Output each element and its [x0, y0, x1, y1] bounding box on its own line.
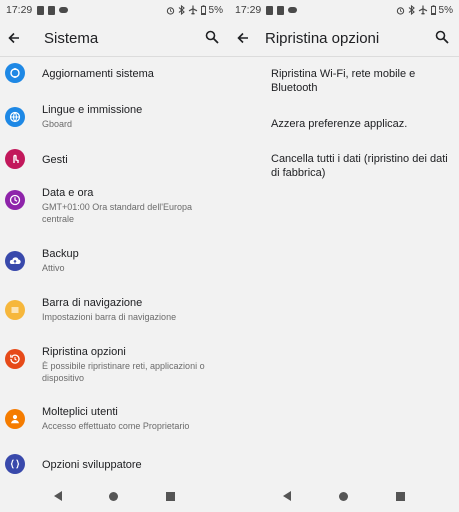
settings-item[interactable]: Barra di navigazione Impostazioni barra d… [0, 296, 229, 340]
settings-item-text: Barra di navigazione Impostazioni barra d… [42, 296, 226, 323]
app-bar: Sistema [0, 20, 229, 56]
status-time: 17:29 [6, 4, 33, 16]
settings-item-title: Aggiornamenti sistema [42, 68, 154, 80]
settings-item-title: Backup [42, 248, 79, 260]
settings-item-subtitle: Impostazioni barra di navigazione [42, 312, 177, 322]
settings-item-text: Data e ora GMT+01:00 Ora standard dell'Eu… [42, 186, 226, 225]
settings-item-title: Opzioni sviluppatore [42, 459, 142, 471]
restore-icon [5, 349, 25, 369]
settings-item[interactable]: Lingue e immissione Gboard [0, 103, 229, 147]
alarm-icon [396, 6, 404, 15]
status-bar: 17:29 5% [229, 0, 459, 20]
search-icon [435, 30, 449, 44]
nav-back-icon[interactable] [283, 491, 291, 501]
settings-item-text: Ripristina opzioni È possibile ripristina… [42, 345, 226, 384]
system-update-icon [5, 63, 25, 83]
nav-recents-icon[interactable] [396, 491, 405, 501]
image-notification-icon [277, 5, 285, 15]
battery-icon [200, 5, 206, 15]
cloud-upload-icon [5, 251, 25, 271]
status-indicators: 5% [396, 5, 453, 16]
settings-item-subtitle: Attivo [42, 263, 65, 273]
arrow-left-icon [8, 32, 19, 44]
airplane-icon [418, 5, 427, 15]
navigation-bar [0, 480, 229, 512]
settings-item-text: Gesti [42, 153, 226, 167]
settings-item-title: Lingue e immissione [42, 104, 143, 116]
settings-item[interactable]: Data e ora GMT+01:00 Ora standard dell'Eu… [0, 186, 229, 230]
battery-icon [430, 5, 436, 15]
menu-lines-icon [5, 300, 25, 320]
settings-item-subtitle: Accesso effettuato come Proprietario [42, 421, 190, 431]
settings-item[interactable]: Backup Attivo [0, 247, 229, 291]
arrow-left-icon [237, 32, 248, 44]
search-button[interactable] [435, 30, 451, 46]
settings-item-text: Molteplici utenti Accesso effettuato come… [42, 405, 226, 432]
notification-icon [37, 5, 45, 15]
settings-item-text: Lingue e immissione Gboard [42, 103, 226, 130]
search-button[interactable] [205, 30, 221, 46]
cloud-notification-icon [59, 7, 69, 13]
reset-option[interactable]: Azzera preferenze applicaz. [271, 118, 453, 132]
back-button[interactable] [6, 30, 22, 46]
settings-item-text: Opzioni sviluppatore [42, 458, 226, 472]
nav-home-icon[interactable] [339, 491, 348, 501]
page-title: Ripristina opzioni [265, 29, 380, 47]
settings-item-title: Ripristina opzioni [42, 346, 126, 358]
bluetooth-icon [408, 5, 415, 15]
settings-item-subtitle: GMT+01:00 Ora standard dell'Europa centr… [42, 202, 193, 224]
app-bar: Ripristina opzioni [229, 20, 459, 56]
settings-item[interactable]: Ripristina opzioni È possibile ripristina… [0, 345, 229, 389]
settings-item[interactable]: Molteplici utenti Accesso effettuato come… [0, 405, 229, 449]
settings-item-subtitle: Gboard [42, 119, 73, 129]
clock-icon [5, 190, 25, 210]
settings-item-title: Data e ora [42, 187, 94, 199]
settings-item-text: Aggiornamenti sistema [42, 67, 226, 81]
navigation-bar [229, 480, 459, 512]
gesture-icon [5, 149, 25, 169]
reset-option[interactable]: Cancella tutti i dati (ripristino dei da… [271, 153, 453, 180]
reset-option[interactable]: Ripristina Wi-Fi, rete mobile e Bluetoot… [271, 68, 453, 95]
settings-item[interactable]: Gesti [0, 148, 229, 176]
page-title: Sistema [44, 29, 99, 47]
braces-icon [5, 454, 25, 474]
settings-item-text: Backup Attivo [42, 247, 226, 274]
settings-item-title: Molteplici utenti [42, 406, 118, 418]
app-bar-divider [229, 56, 459, 57]
nav-home-icon[interactable] [109, 491, 119, 501]
bluetooth-icon [178, 5, 185, 15]
status-time: 17:29 [235, 4, 262, 16]
status-indicators: 5% [166, 5, 223, 16]
nav-recents-icon[interactable] [166, 491, 176, 501]
nav-back-icon[interactable] [53, 491, 62, 501]
battery-percent: 5% [208, 4, 223, 16]
settings-item-title: Barra di navigazione [42, 297, 143, 309]
settings-item[interactable]: Opzioni sviluppatore [0, 453, 229, 481]
person-icon [5, 409, 25, 429]
cloud-notification-icon [288, 7, 298, 13]
system-settings-pane: 17:29 5% Sistema Aggiornamenti sistema Li… [0, 0, 229, 512]
notification-icon [48, 5, 56, 15]
settings-item[interactable]: Aggiornamenti sistema [0, 62, 229, 90]
settings-item-title: Gesti [42, 154, 68, 166]
airplane-icon [188, 5, 197, 15]
globe-icon [5, 107, 25, 127]
back-button[interactable] [235, 30, 251, 46]
app-bar-divider [0, 56, 229, 57]
alarm-icon [166, 6, 174, 15]
settings-item-subtitle: È possibile ripristinare reti, applicazi… [42, 361, 205, 383]
split-screen: 17:29 5% Sistema Aggiornamenti sistema Li… [0, 0, 459, 512]
notification-icon [266, 5, 274, 15]
status-bar: 17:29 5% [0, 0, 229, 20]
search-icon [205, 30, 219, 44]
battery-percent: 5% [438, 4, 453, 16]
